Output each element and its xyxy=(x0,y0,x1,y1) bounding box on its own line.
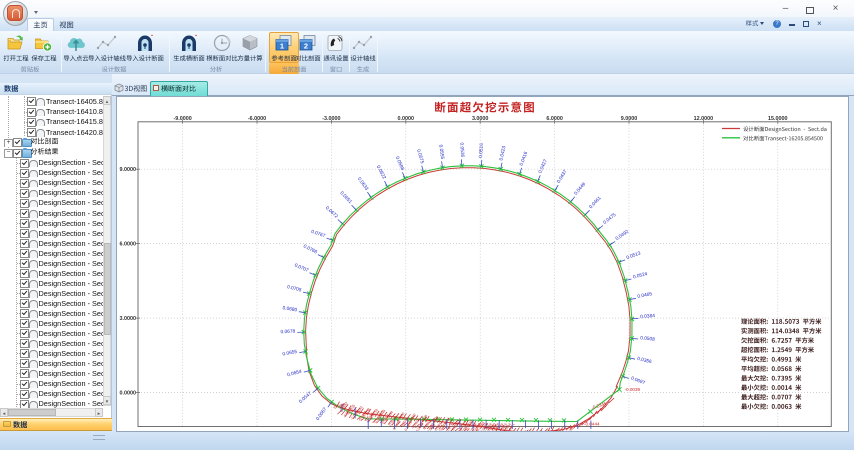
svg-text:0.0678: 0.0678 xyxy=(280,328,295,335)
svg-text:0.0622: 0.0622 xyxy=(375,164,387,180)
svg-text:-0.0444: -0.0444 xyxy=(584,422,600,427)
svg-text:0.0633: 0.0633 xyxy=(356,176,370,192)
svg-text:0.0555: 0.0555 xyxy=(437,144,445,160)
svg-text:-0.0262: -0.0262 xyxy=(565,426,576,437)
svg-text:0.0654: 0.0654 xyxy=(287,369,303,379)
svg-text:-0.0039: -0.0039 xyxy=(625,387,641,392)
svg-text:-0.2345: -0.2345 xyxy=(591,401,608,411)
svg-text:0.0697: 0.0697 xyxy=(630,375,646,386)
svg-text:0.0475: 0.0475 xyxy=(602,212,618,226)
svg-text:0.0705: 0.0705 xyxy=(286,284,302,293)
svg-text:0.0437: 0.0437 xyxy=(556,169,569,185)
svg-text:-0.0861: -0.0861 xyxy=(518,429,529,440)
svg-text:0.0423: 0.0423 xyxy=(498,145,507,161)
svg-text:0.0492: 0.0492 xyxy=(614,229,630,242)
svg-text:0.0513: 0.0513 xyxy=(626,250,642,261)
svg-text:0.0598: 0.0598 xyxy=(394,155,406,171)
svg-text:-0.0842: -0.0842 xyxy=(549,428,560,439)
svg-text:0.0680: 0.0680 xyxy=(282,305,298,313)
svg-text:0.0767: 0.0767 xyxy=(310,229,326,240)
svg-text:9.0000: 9.0000 xyxy=(120,167,137,173)
svg-text:6.0000: 6.0000 xyxy=(120,242,137,248)
svg-text:0.0461: 0.0461 xyxy=(588,195,603,210)
svg-text:0.0516: 0.0516 xyxy=(478,143,485,158)
svg-text:0.0707: 0.0707 xyxy=(293,262,309,273)
svg-text:0.0000: 0.0000 xyxy=(120,391,137,397)
svg-text:0.0416: 0.0416 xyxy=(519,151,530,167)
svg-text:0.0524: 0.0524 xyxy=(632,271,648,280)
svg-text:0.0655: 0.0655 xyxy=(282,349,298,358)
svg-text:0.0449: 0.0449 xyxy=(573,181,587,196)
svg-text:0.0575: 0.0575 xyxy=(415,149,425,165)
svg-text:0.0651: 0.0651 xyxy=(339,190,354,205)
svg-text:0.0067: 0.0067 xyxy=(315,406,329,422)
svg-text:0.0536: 0.0536 xyxy=(458,142,465,157)
svg-text:-0.0186: -0.0186 xyxy=(533,429,544,440)
svg-text:3.0000: 3.0000 xyxy=(120,316,137,322)
svg-text:0.0384: 0.0384 xyxy=(640,313,655,320)
svg-text:0.0356: 0.0356 xyxy=(637,356,653,365)
svg-text:0.0508: 0.0508 xyxy=(640,335,656,343)
svg-text:0.0672: 0.0672 xyxy=(324,205,339,219)
svg-text:0.0427: 0.0427 xyxy=(537,158,549,174)
svg-text:0.0465: 0.0465 xyxy=(637,291,653,300)
svg-text:0.0766: 0.0766 xyxy=(302,243,318,255)
